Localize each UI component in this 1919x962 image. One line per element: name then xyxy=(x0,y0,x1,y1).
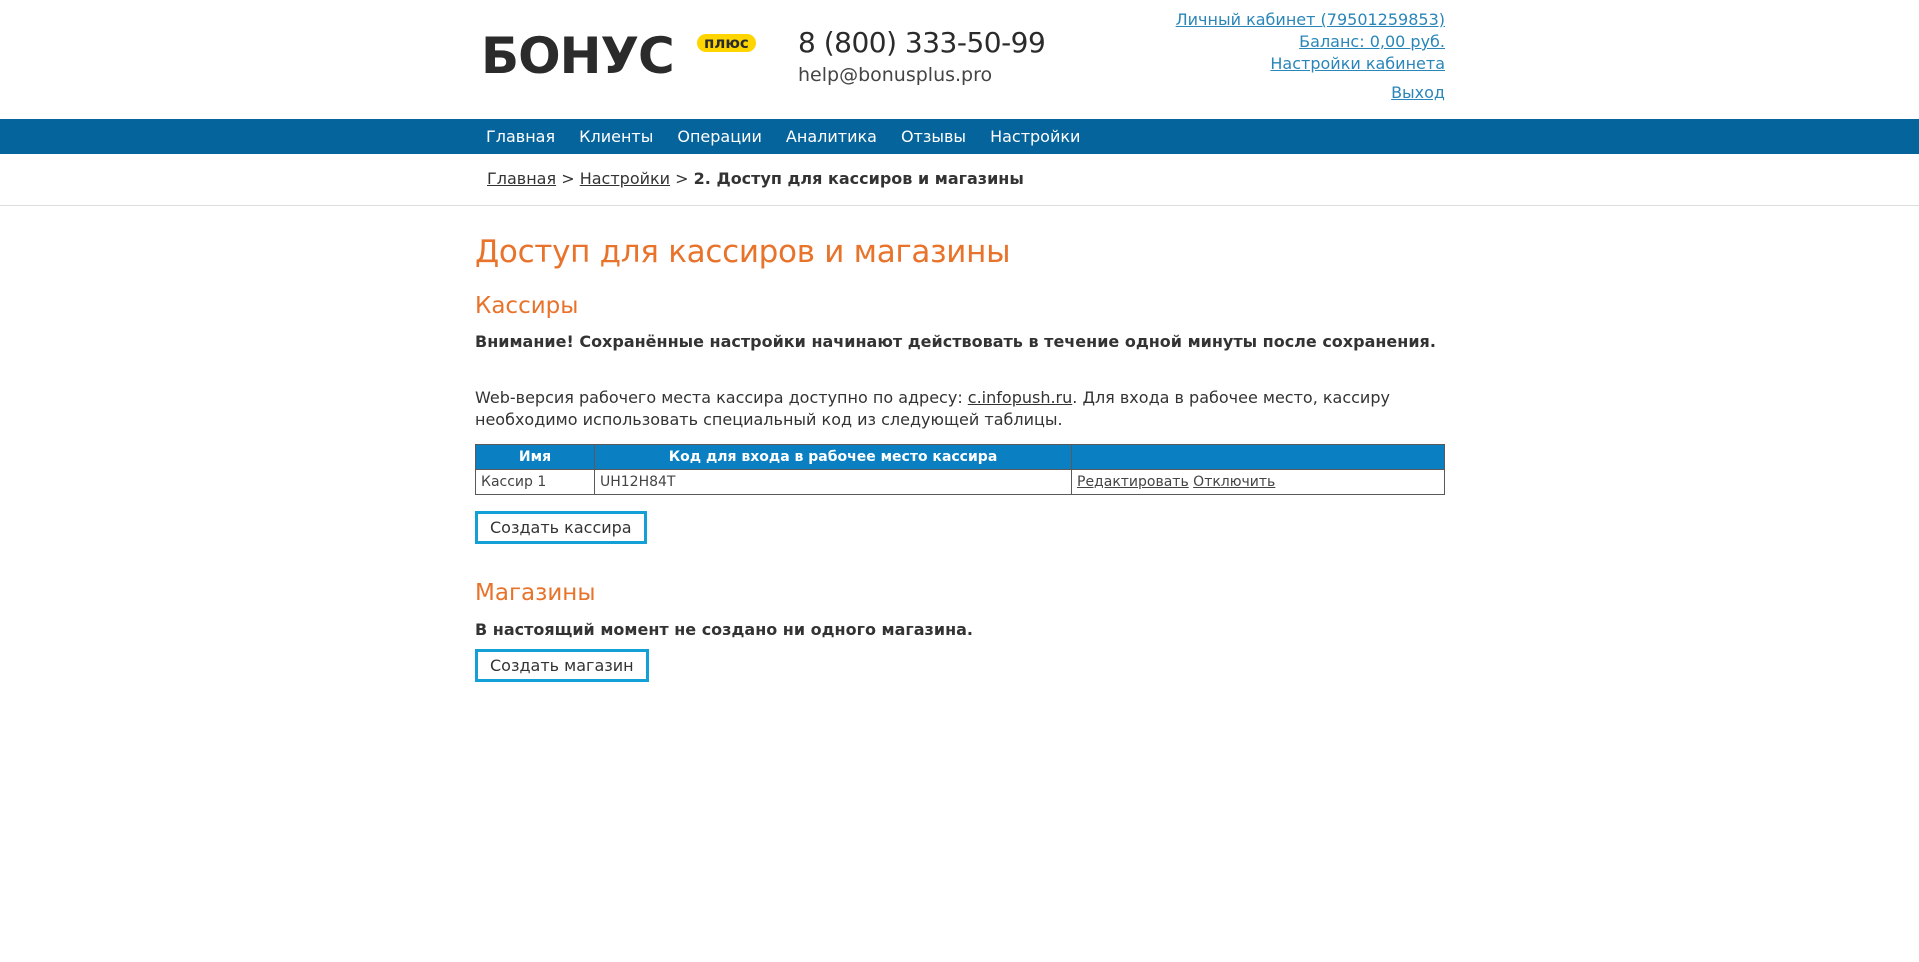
breadcrumb-home-link[interactable]: Главная xyxy=(487,169,556,188)
disable-cashier-link[interactable]: Отключить xyxy=(1193,474,1275,490)
logo-text: БОНУС xyxy=(481,27,675,85)
column-header-name: Имя xyxy=(475,444,595,470)
cashiers-heading: Кассиры xyxy=(475,293,579,319)
cashier-code: UH12H84T xyxy=(594,469,1072,495)
site-header: БОНУС плюс 8 (800) 333-50-99 help@bonusp… xyxy=(475,0,1445,119)
no-shops-message: В настоящий момент не создано ни одного … xyxy=(475,620,973,639)
cashier-web-info: Web-версия рабочего места кассира доступ… xyxy=(475,387,1445,431)
support-email: help@bonusplus.pro xyxy=(798,64,993,86)
nav-item-settings[interactable]: Настройки xyxy=(990,119,1080,154)
logout-link[interactable]: Выход xyxy=(1176,82,1445,104)
account-link[interactable]: Личный кабинет (79501259853) xyxy=(1176,9,1445,31)
main-content: Доступ для кассиров и магазины Кассиры В… xyxy=(475,232,1445,682)
breadcrumb-separator: > xyxy=(675,169,689,188)
main-nav: Главная Клиенты Операции Аналитика Отзыв… xyxy=(0,119,1919,154)
account-settings-link[interactable]: Настройки кабинета xyxy=(1176,53,1445,75)
column-header-actions xyxy=(1071,444,1445,470)
breadcrumb: Главная > Настройки > 2. Доступ для касс… xyxy=(475,154,1445,190)
shops-heading: Магазины xyxy=(475,580,596,606)
support-phone: 8 (800) 333-50-99 xyxy=(798,26,1046,59)
create-cashier-button[interactable]: Создать кассира xyxy=(475,511,647,544)
edit-cashier-link[interactable]: Редактировать xyxy=(1077,474,1189,490)
table-row: Кассир 1 UH12H84T Редактировать Отключит… xyxy=(475,469,1445,495)
nav-item-operations[interactable]: Операции xyxy=(677,119,762,154)
breadcrumb-separator: > xyxy=(561,169,575,188)
create-shop-button[interactable]: Создать магазин xyxy=(475,649,649,682)
account-links: Личный кабинет (79501259853) Баланс: 0,0… xyxy=(1176,9,1445,104)
page-title: Доступ для кассиров и магазины xyxy=(475,234,1011,270)
nav-item-analytics[interactable]: Аналитика xyxy=(786,119,877,154)
cashier-name: Кассир 1 xyxy=(475,469,595,495)
table-header-row: Имя Код для входа в рабочее место кассир… xyxy=(475,444,1445,470)
logo-badge: плюс xyxy=(697,34,756,52)
breadcrumb-bar: Главная > Настройки > 2. Доступ для касс… xyxy=(0,154,1919,206)
logo[interactable]: БОНУС плюс xyxy=(481,27,756,85)
cashier-actions: Редактировать Отключить xyxy=(1071,469,1445,495)
nav-item-reviews[interactable]: Отзывы xyxy=(901,119,966,154)
save-notice: Внимание! Сохранённые настройки начинают… xyxy=(475,332,1436,351)
nav-item-clients[interactable]: Клиенты xyxy=(579,119,653,154)
nav-item-home[interactable]: Главная xyxy=(486,119,555,154)
info-text-before: Web-версия рабочего места кассира доступ… xyxy=(475,388,968,407)
column-header-code: Код для входа в рабочее место кассира xyxy=(594,444,1072,470)
cashiers-table: Имя Код для входа в рабочее место кассир… xyxy=(475,444,1445,495)
breadcrumb-current: 2. Доступ для кассиров и магазины xyxy=(693,169,1024,188)
cashier-web-link[interactable]: c.infopush.ru xyxy=(968,388,1072,407)
breadcrumb-settings-link[interactable]: Настройки xyxy=(580,169,670,188)
balance-link[interactable]: Баланс: 0,00 руб. xyxy=(1176,31,1445,53)
